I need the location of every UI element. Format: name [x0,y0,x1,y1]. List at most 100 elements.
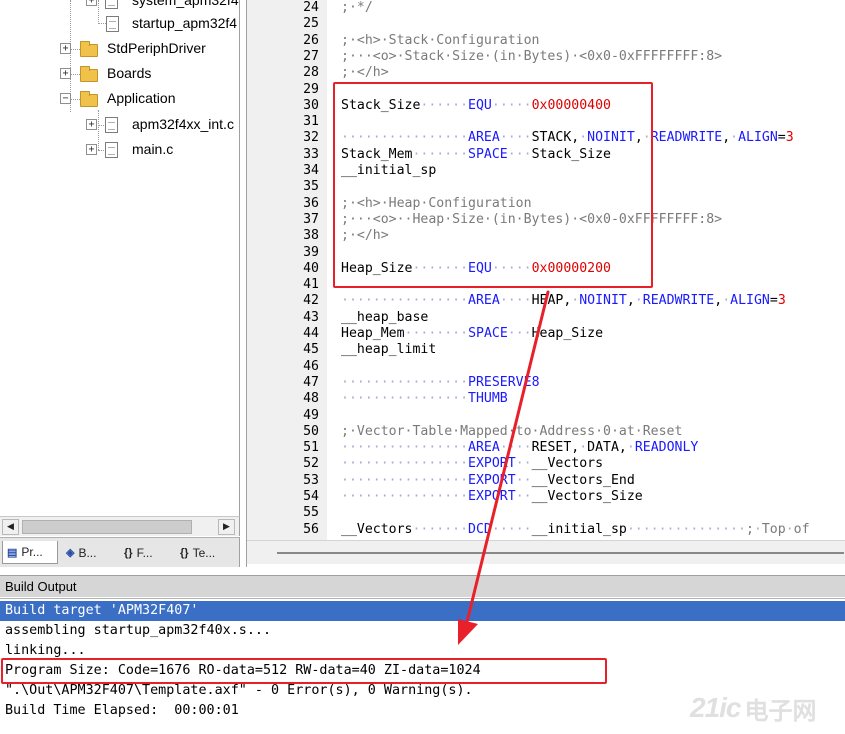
code-line[interactable]: 35 [247,179,845,195]
line-number: 52 [303,456,319,472]
line-number: 37 [303,211,319,227]
tab-project[interactable]: ▤ Pr... [2,541,58,564]
code-line[interactable]: 47 ················PRESERVE8 [247,375,845,391]
scroll-right-button[interactable]: ▶ [218,519,235,535]
line-code: ;···<o>··Heap·Size·(in·Bytes)·<0x0-0xFFF… [341,211,723,227]
file-icon [105,142,118,158]
expand-icon[interactable]: + [60,68,71,79]
code-line[interactable]: 24 ;·*/ [247,0,845,16]
line-code: ················THUMB [341,391,508,407]
folder-icon [80,41,98,57]
project-tree[interactable]: + system_apm32f4 startup_apm32f4 + StdPe… [0,0,240,516]
code-line[interactable]: 36 ;·<h>·Heap·Configuration [247,196,845,212]
code-line[interactable]: 31 [247,114,845,130]
expand-icon[interactable]: + [60,43,71,54]
code-line[interactable]: 53 ················EXPORT··__Vectors_End [247,473,845,489]
line-code: ················PRESERVE8 [341,374,540,390]
line-code: ················AREA····RESET,·DATA,·REA… [341,440,699,456]
code-line[interactable]: 51 ················AREA····RESET,·DATA,·R… [247,440,845,456]
code-line[interactable]: 45 __heap_limit [247,342,845,358]
tab-templates[interactable]: {} Te... [176,541,236,564]
code-line[interactable]: 49 [247,408,845,424]
line-code: __heap_limit [341,342,437,358]
code-line[interactable]: 52 ················EXPORT··__Vectors [247,456,845,472]
functions-icon: {} [124,546,133,559]
line-code: ················EXPORT··__Vectors [341,456,604,472]
books-icon: ◈ [66,547,75,559]
code-line[interactable]: 39 [247,245,845,261]
line-number: 46 [303,358,319,374]
code-line[interactable]: 33 Stack_Mem·······SPACE···Stack_Size [247,147,845,163]
expand-icon[interactable]: + [86,119,97,130]
build-output-title: Build Output [0,575,845,597]
code-line[interactable]: 25 [247,16,845,32]
code-line[interactable]: 43 __heap_base [247,310,845,326]
tab-label: B... [78,545,97,560]
build-output-line[interactable]: linking... [0,641,845,661]
code-line[interactable]: 26 ;·<h>·Stack·Configuration [247,33,845,49]
code-line[interactable]: 56 __Vectors·······DCD·····__initial_sp··… [247,522,845,538]
scroll-track[interactable] [277,552,844,554]
collapse-icon[interactable]: − [60,93,71,104]
line-number: 30 [303,97,319,113]
code-line[interactable]: 54 ················EXPORT··__Vectors_Size [247,489,845,505]
code-line[interactable]: 32 ················AREA····STACK,·NOINIT,… [247,130,845,146]
line-code: ················EXPORT··__Vectors_Size [341,489,643,504]
line-number: 43 [303,309,319,325]
build-output-line[interactable]: Build target 'APM32F407' [0,601,845,621]
build-output-line[interactable]: assembling startup_apm32f40x.s... [0,621,845,641]
expand-icon[interactable]: + [86,0,97,6]
line-code: Stack_Size······EQU·····0x00000400 [341,97,611,113]
line-number: 48 [303,391,319,407]
scroll-left-button[interactable]: ◀ [2,519,19,535]
code-line[interactable]: 29 [247,82,845,98]
tree-item-label: Application [107,90,176,106]
tree-horizontal-scrollbar[interactable]: ◀ ▶ [0,516,240,536]
code-line[interactable]: 38 ;·</h> [247,228,845,244]
build-output-line-program-size[interactable]: Program Size: Code=1676 RO-data=512 RW-d… [0,661,845,681]
tab-label: F... [136,545,153,560]
line-number: 47 [303,374,319,390]
scroll-thumb[interactable] [22,520,192,534]
line-number: 24 [303,0,319,15]
line-code: ;···<o>·Stack·Size·(in·Bytes)·<0x0-0xFFF… [341,48,723,64]
line-number: 42 [303,293,319,309]
line-number: 51 [303,440,319,456]
code-line[interactable]: 40 Heap_Size·······EQU·····0x00000200 [247,261,845,277]
code-editor[interactable]: 24 ;·*/ 25 26 ;·<h>·Stack·Configuration 27 ;··… [246,0,845,567]
tab-functions[interactable]: {} F... [120,541,174,564]
line-number: 33 [303,146,319,162]
line-code: __Vectors·······DCD·····__initial_sp····… [341,521,810,537]
line-code: ;·</h> [341,65,389,81]
templates-icon: {} [180,546,189,559]
expand-icon[interactable]: + [86,144,97,155]
line-code: ················AREA····STACK,·NOINIT,·R… [341,130,794,146]
code-line[interactable]: 37 ;···<o>··Heap·Size·(in·Bytes)·<0x0-0xF… [247,212,845,228]
code-line[interactable]: 34 __initial_sp [247,163,845,179]
line-code: Stack_Mem·······SPACE···Stack_Size [341,146,611,162]
code-line[interactable]: 41 [247,277,845,293]
code-line[interactable]: 48 ················THUMB [247,391,845,407]
file-icon [105,0,118,9]
code-line[interactable]: 42 ················AREA····HEAP,·NOINIT,·… [247,293,845,309]
line-code: ;·Vector·Table·Mapped·to·Address·0·at·Re… [341,423,683,439]
watermark-logo-text: 21ic [690,692,741,723]
line-code: ;·<h>·Stack·Configuration [341,32,540,48]
code-line[interactable]: 46 [247,359,845,375]
code-line[interactable]: 30 Stack_Size······EQU·····0x00000400 [247,98,845,114]
file-icon [105,117,118,133]
code-line[interactable]: 27 ;···<o>·Stack·Size·(in·Bytes)·<0x0-0xF… [247,49,845,65]
code-line[interactable]: 50 ;·Vector·Table·Mapped·to·Address·0·at·… [247,424,845,440]
code-line[interactable]: 28 ;·</h> [247,65,845,81]
tab-books[interactable]: ◈ B... [62,541,116,564]
code-line[interactable]: 55 [247,505,845,521]
tree-item-label: apm32f4xx_int.c [132,116,234,132]
line-code: ················AREA····HEAP,·NOINIT,·RE… [341,293,786,309]
editor-horizontal-scrollbar[interactable] [247,540,845,564]
line-code: ;·<h>·Heap·Configuration [341,195,532,211]
tree-item-label: Boards [107,65,152,81]
code-line[interactable]: 44 Heap_Mem········SPACE···Heap_Size [247,326,845,342]
tab-label: Pr... [21,545,43,559]
tree-item-label: StdPeriphDriver [107,40,206,56]
file-icon [106,16,119,32]
